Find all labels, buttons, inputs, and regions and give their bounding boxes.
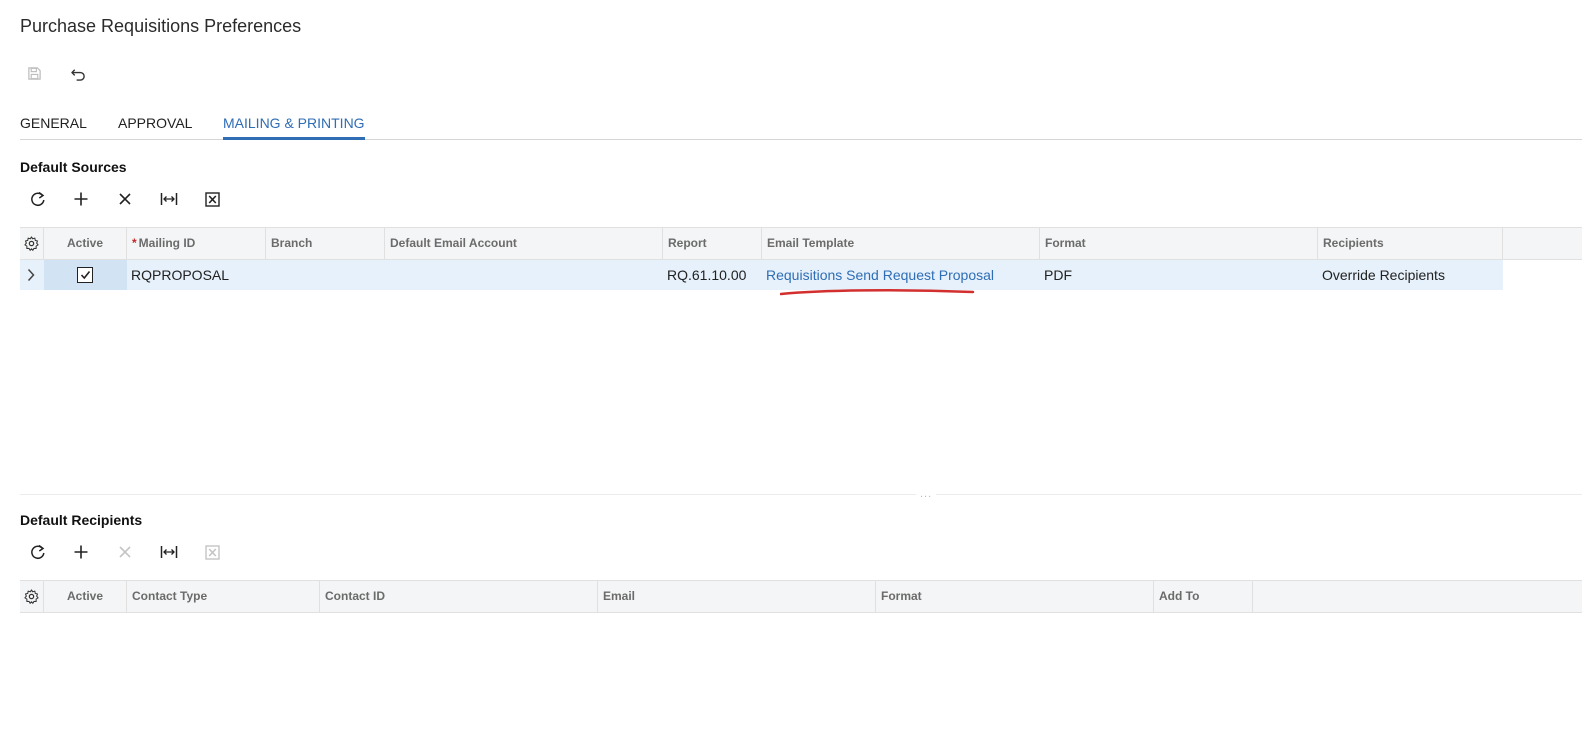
check-icon [80, 271, 90, 280]
column-header-active[interactable]: Active [44, 581, 127, 612]
mailing-id-cell[interactable]: RQPROPOSAL [127, 260, 266, 290]
sources-fit-columns-button[interactable] [157, 187, 181, 211]
table-row[interactable]: RQPROPOSAL RQ.61.10.00 Requisitions Send… [20, 260, 1503, 290]
tab-mailing-printing[interactable]: MAILING & PRINTING [223, 115, 365, 140]
refresh-icon [31, 544, 45, 559]
recipients-refresh-button[interactable] [26, 540, 50, 564]
export-excel-icon [204, 191, 220, 207]
column-header-email[interactable]: Email [598, 581, 876, 612]
branch-cell[interactable] [266, 260, 385, 290]
column-header-format[interactable]: Format [876, 581, 1154, 612]
tab-approval[interactable]: APPROVAL [118, 115, 192, 140]
column-header-branch[interactable]: Branch [266, 228, 385, 259]
active-checkbox[interactable] [77, 267, 93, 283]
page-title: Purchase Requisitions Preferences [20, 16, 302, 36]
fit-columns-icon [160, 193, 178, 205]
recipients-add-button[interactable] [69, 540, 93, 564]
email-account-cell[interactable] [385, 260, 663, 290]
save-icon [27, 66, 41, 80]
delete-icon [119, 546, 131, 558]
column-header-report[interactable]: Report [663, 228, 762, 259]
gear-icon [24, 589, 39, 604]
default-sources-title: Default Sources [20, 159, 127, 175]
column-header-active[interactable]: Active [44, 228, 127, 259]
undo-button[interactable] [67, 62, 89, 84]
red-underline-annotation [780, 288, 975, 296]
undo-icon [70, 68, 85, 81]
row-expand-button[interactable] [20, 260, 44, 290]
refresh-icon [31, 191, 45, 206]
save-button[interactable] [23, 62, 45, 84]
column-header-contact-type[interactable]: Contact Type [127, 581, 320, 612]
sources-refresh-button[interactable] [26, 187, 50, 211]
column-header-email-template[interactable]: Email Template [762, 228, 1040, 259]
sources-add-button[interactable] [69, 187, 93, 211]
recipients-grid-header: Active Contact Type Contact ID Email For… [20, 580, 1582, 613]
tab-general[interactable]: GENERAL [20, 115, 87, 140]
column-header-recipients[interactable]: Recipients [1318, 228, 1503, 259]
default-sources-grid: Active * Mailing ID Branch Default Email … [20, 227, 1582, 291]
add-icon [74, 545, 88, 559]
sources-export-excel-button[interactable] [200, 187, 224, 211]
panel-splitter[interactable]: ... [20, 488, 1582, 500]
add-icon [74, 192, 88, 206]
default-recipients-title: Default Recipients [20, 512, 143, 528]
column-header-mailing-id-label: Mailing ID [138, 236, 196, 250]
recipients-cell[interactable]: Override Recipients [1318, 260, 1503, 290]
email-template-link[interactable]: Requisitions Send Request Proposal [762, 260, 1040, 290]
splitter-handle[interactable]: ... [916, 488, 937, 500]
sources-grid-toolbar [20, 187, 240, 211]
column-header-format[interactable]: Format [1040, 228, 1318, 259]
recipients-column-settings-button[interactable] [20, 581, 44, 612]
fit-columns-icon [160, 546, 178, 558]
report-cell[interactable]: RQ.61.10.00 [663, 260, 762, 290]
recipients-fit-columns-button[interactable] [157, 540, 181, 564]
sources-grid-header: Active * Mailing ID Branch Default Email … [20, 227, 1582, 260]
column-header-mailing-id[interactable]: * Mailing ID [127, 228, 266, 259]
default-recipients-grid: Active Contact Type Contact ID Email For… [20, 580, 1582, 614]
recipients-export-excel-button[interactable] [200, 540, 224, 564]
gear-icon [24, 236, 39, 251]
chevron-right-icon [27, 268, 35, 282]
required-marker: * [132, 236, 137, 250]
column-header-contact-id[interactable]: Contact ID [320, 581, 598, 612]
delete-icon [119, 193, 131, 205]
column-header-add-to[interactable]: Add To [1154, 581, 1253, 612]
column-header-default-email-account[interactable]: Default Email Account [385, 228, 663, 259]
recipients-grid-toolbar [20, 540, 240, 564]
export-excel-icon [204, 544, 220, 560]
recipients-delete-button[interactable] [113, 540, 137, 564]
format-cell[interactable]: PDF [1040, 260, 1318, 290]
sources-delete-button[interactable] [113, 187, 137, 211]
sources-column-settings-button[interactable] [20, 228, 44, 259]
active-cell[interactable] [44, 260, 127, 290]
tab-bar: GENERAL APPROVAL MAILING & PRINTING [20, 112, 1582, 140]
